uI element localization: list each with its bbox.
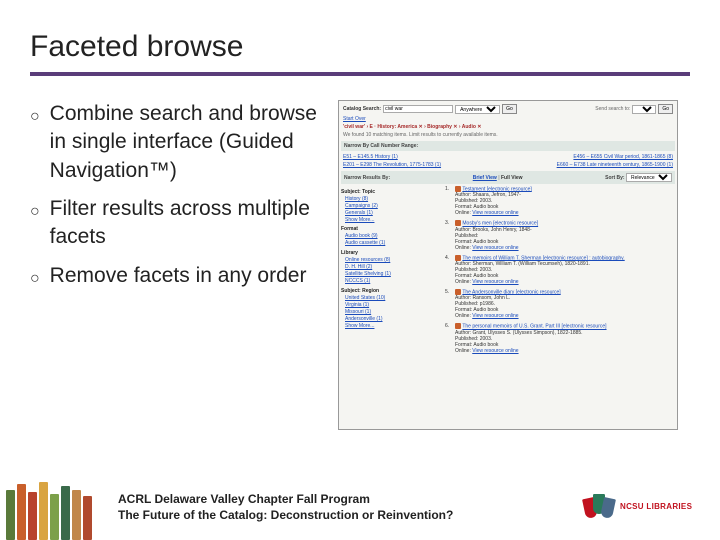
bullet-list: Combine search and browse in single inte… (30, 100, 320, 430)
call-range-link[interactable]: E456 – E655 Civil War period, 1861-1865 … (573, 154, 673, 160)
call-range-link[interactable]: E201 – E298 The Revolution, 1775-1783 (1… (343, 162, 441, 168)
result-item: 1. Testament [electronic resource] Autho… (445, 186, 675, 216)
narrow-call-header: Narrow By Call Number Range: (341, 141, 675, 151)
view-online-link[interactable]: View resource online (472, 313, 518, 319)
audio-icon (455, 186, 461, 192)
call-range-link[interactable]: E660 – E738 Late nineteenth century, 186… (557, 162, 673, 168)
result-title-link[interactable]: The personal memoirs of U.S. Grant. Part… (462, 324, 606, 330)
sort-label: Sort By: (605, 175, 624, 181)
audio-icon (455, 289, 461, 295)
result-item: 5. The Andersonville diary [electronic r… (445, 289, 675, 319)
facet-link[interactable]: Audio book (9) (345, 233, 378, 239)
facet-link[interactable]: Andersonville (1) (345, 316, 383, 322)
facet-link[interactable]: United States (10) (345, 295, 385, 301)
ncsu-libraries-logo: NCSU LIBRARIES (584, 487, 702, 527)
view-online-link[interactable]: View resource online (472, 210, 518, 216)
audio-icon (455, 220, 461, 226)
bullet-item: Remove facets in any order (30, 262, 320, 290)
facet-header-region: Subject: Region (341, 288, 439, 294)
footer-line-2: The Future of the Catalog: Deconstructio… (118, 507, 584, 523)
facet-header-topic: Subject: Topic (341, 189, 439, 195)
result-item: 3. Mosby's men [electronic resource] Aut… (445, 220, 675, 250)
result-item: 6. The personal memoirs of U.S. Grant. P… (445, 323, 675, 353)
narrow-by-header: Narrow Results By: (344, 175, 390, 181)
full-view-tab: Full View (501, 175, 523, 181)
send-label: Send search to: (595, 106, 630, 112)
facet-link[interactable]: NCCCS (1) (345, 278, 370, 284)
result-title-link[interactable]: Mosby's men [electronic resource] (462, 221, 538, 227)
footer-line-1: ACRL Delaware Valley Chapter Fall Progra… (118, 491, 584, 507)
breadcrumb: 'civil war' › E · History: America ✕ › B… (343, 124, 482, 130)
audio-icon (455, 323, 461, 329)
bullet-item: Combine search and browse in single inte… (30, 100, 320, 185)
view-online-link[interactable]: View resource online (472, 279, 518, 285)
brief-view-tab[interactable]: Brief View (473, 175, 497, 181)
facet-link[interactable]: Virginia (1) (345, 302, 369, 308)
facet-link[interactable]: Online resources (8) (345, 257, 390, 263)
facet-header-library: Library (341, 250, 439, 256)
facet-link[interactable]: Satellite Shelving (1) (345, 271, 391, 277)
show-more-link[interactable]: Show More... (345, 217, 374, 223)
scope-select[interactable]: Anywhere (455, 105, 500, 114)
view-online-link[interactable]: View resource online (472, 348, 518, 354)
slide-title: Faceted browse (30, 30, 690, 76)
send-select[interactable] (632, 105, 656, 114)
facet-link[interactable]: Missouri (1) (345, 309, 371, 315)
slide-footer: ACRL Delaware Valley Chapter Fall Progra… (0, 474, 720, 540)
search-label: Catalog Search: (343, 106, 381, 112)
catalog-screenshot: Catalog Search: Anywhere Go Send search … (338, 100, 678, 430)
facet-link[interactable]: Audio cassette (1) (345, 240, 385, 246)
go-button[interactable]: Go (502, 104, 517, 114)
bullet-item: Filter results across multiple facets (30, 195, 320, 252)
facet-link[interactable]: Campaigns (2) (345, 203, 378, 209)
book-spines-decoration (0, 474, 110, 540)
search-input[interactable] (383, 105, 453, 113)
call-range-link[interactable]: E51 – E145.5 History (1) (343, 154, 398, 160)
send-go-button[interactable]: Go (658, 104, 673, 114)
facet-link[interactable]: D. H. Hill (2) (345, 264, 372, 270)
facet-link[interactable]: History (8) (345, 196, 368, 202)
view-online-link[interactable]: View resource online (472, 245, 518, 251)
sort-select[interactable]: Relevance (626, 173, 672, 182)
result-item: 4. The memoirs of William T. Sherman [el… (445, 255, 675, 285)
show-more-link[interactable]: Show More... (345, 323, 374, 329)
results-count: We found 10 matching items. Limit result… (341, 131, 675, 139)
facet-link[interactable]: Generals (1) (345, 210, 373, 216)
start-over-link[interactable]: Start Over (343, 116, 366, 122)
audio-icon (455, 255, 461, 261)
facet-header-format: Format (341, 226, 439, 232)
